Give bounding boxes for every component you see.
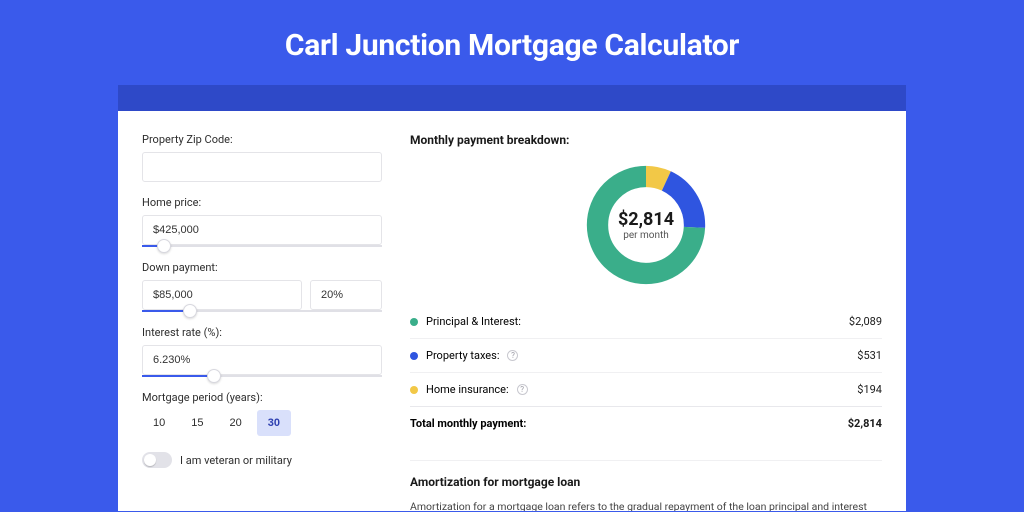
veteran-label: I am veteran or military: [180, 454, 292, 467]
period-label: Mortgage period (years):: [142, 391, 382, 404]
down-payment-pct-input[interactable]: [310, 280, 382, 310]
veteran-toggle[interactable]: [142, 452, 172, 468]
legend-value: $2,089: [849, 315, 882, 328]
down-payment-label: Down payment:: [142, 261, 382, 274]
down-payment-input[interactable]: [142, 280, 302, 310]
header-stripe: [118, 85, 906, 111]
period-field-group: Mortgage period (years): 10152030: [142, 391, 382, 436]
interest-slider-thumb[interactable]: [207, 369, 221, 383]
legend-row-2: Home insurance:? $194: [410, 372, 882, 406]
legend-value: $531: [857, 349, 882, 362]
calculator-card: Property Zip Code: Home price: Down paym…: [118, 111, 906, 511]
down-payment-field-group: Down payment:: [142, 261, 382, 312]
home-price-slider-thumb[interactable]: [157, 239, 171, 253]
input-panel: Property Zip Code: Home price: Down paym…: [142, 133, 382, 511]
legend-label: Property taxes:: [426, 349, 499, 362]
total-value: $2,814: [848, 417, 882, 430]
period-button-20[interactable]: 20: [219, 410, 253, 436]
interest-field-group: Interest rate (%):: [142, 326, 382, 377]
info-icon[interactable]: ?: [517, 384, 528, 395]
page-title: Carl Junction Mortgage Calculator: [0, 0, 1024, 85]
period-buttons: 10152030: [142, 410, 382, 436]
green-dot-icon: [410, 318, 418, 326]
total-label: Total monthly payment:: [410, 417, 526, 430]
period-button-30[interactable]: 30: [257, 410, 291, 436]
legend-value: $194: [857, 383, 882, 396]
veteran-row: I am veteran or military: [142, 452, 382, 468]
legend-label: Principal & Interest:: [426, 315, 521, 328]
down-payment-slider[interactable]: [142, 310, 382, 312]
breakdown-panel: Monthly payment breakdown: $2,814 per mo…: [410, 133, 882, 511]
interest-label: Interest rate (%):: [142, 326, 382, 339]
home-price-field-group: Home price:: [142, 196, 382, 247]
breakdown-title: Monthly payment breakdown:: [410, 133, 882, 147]
period-button-10[interactable]: 10: [142, 410, 176, 436]
legend: Principal & Interest: $2,089 Property taxe…: [410, 305, 882, 406]
total-row: Total monthly payment: $2,814: [410, 406, 882, 440]
blue-dot-icon: [410, 352, 418, 360]
down-payment-slider-thumb[interactable]: [183, 304, 197, 318]
yellow-dot-icon: [410, 386, 418, 394]
info-icon[interactable]: ?: [507, 350, 518, 361]
interest-slider[interactable]: [142, 375, 382, 377]
zip-field-group: Property Zip Code:: [142, 133, 382, 182]
zip-label: Property Zip Code:: [142, 133, 382, 146]
donut-container: $2,814 per month: [410, 161, 882, 289]
zip-input[interactable]: [142, 152, 382, 182]
amortization-text: Amortization for a mortgage loan refers …: [410, 499, 882, 511]
interest-input[interactable]: [142, 345, 382, 375]
veteran-toggle-knob: [144, 454, 156, 466]
legend-row-1: Property taxes:? $531: [410, 338, 882, 372]
home-price-slider[interactable]: [142, 245, 382, 247]
home-price-input[interactable]: [142, 215, 382, 245]
period-button-15[interactable]: 15: [180, 410, 214, 436]
donut-center-sub: per month: [623, 230, 669, 241]
legend-label: Home insurance:: [426, 383, 509, 396]
legend-row-0: Principal & Interest: $2,089: [410, 305, 882, 338]
amortization-title: Amortization for mortgage loan: [410, 460, 882, 489]
home-price-label: Home price:: [142, 196, 382, 209]
payment-donut-chart: $2,814 per month: [582, 161, 710, 289]
donut-center-value: $2,814: [618, 209, 674, 230]
